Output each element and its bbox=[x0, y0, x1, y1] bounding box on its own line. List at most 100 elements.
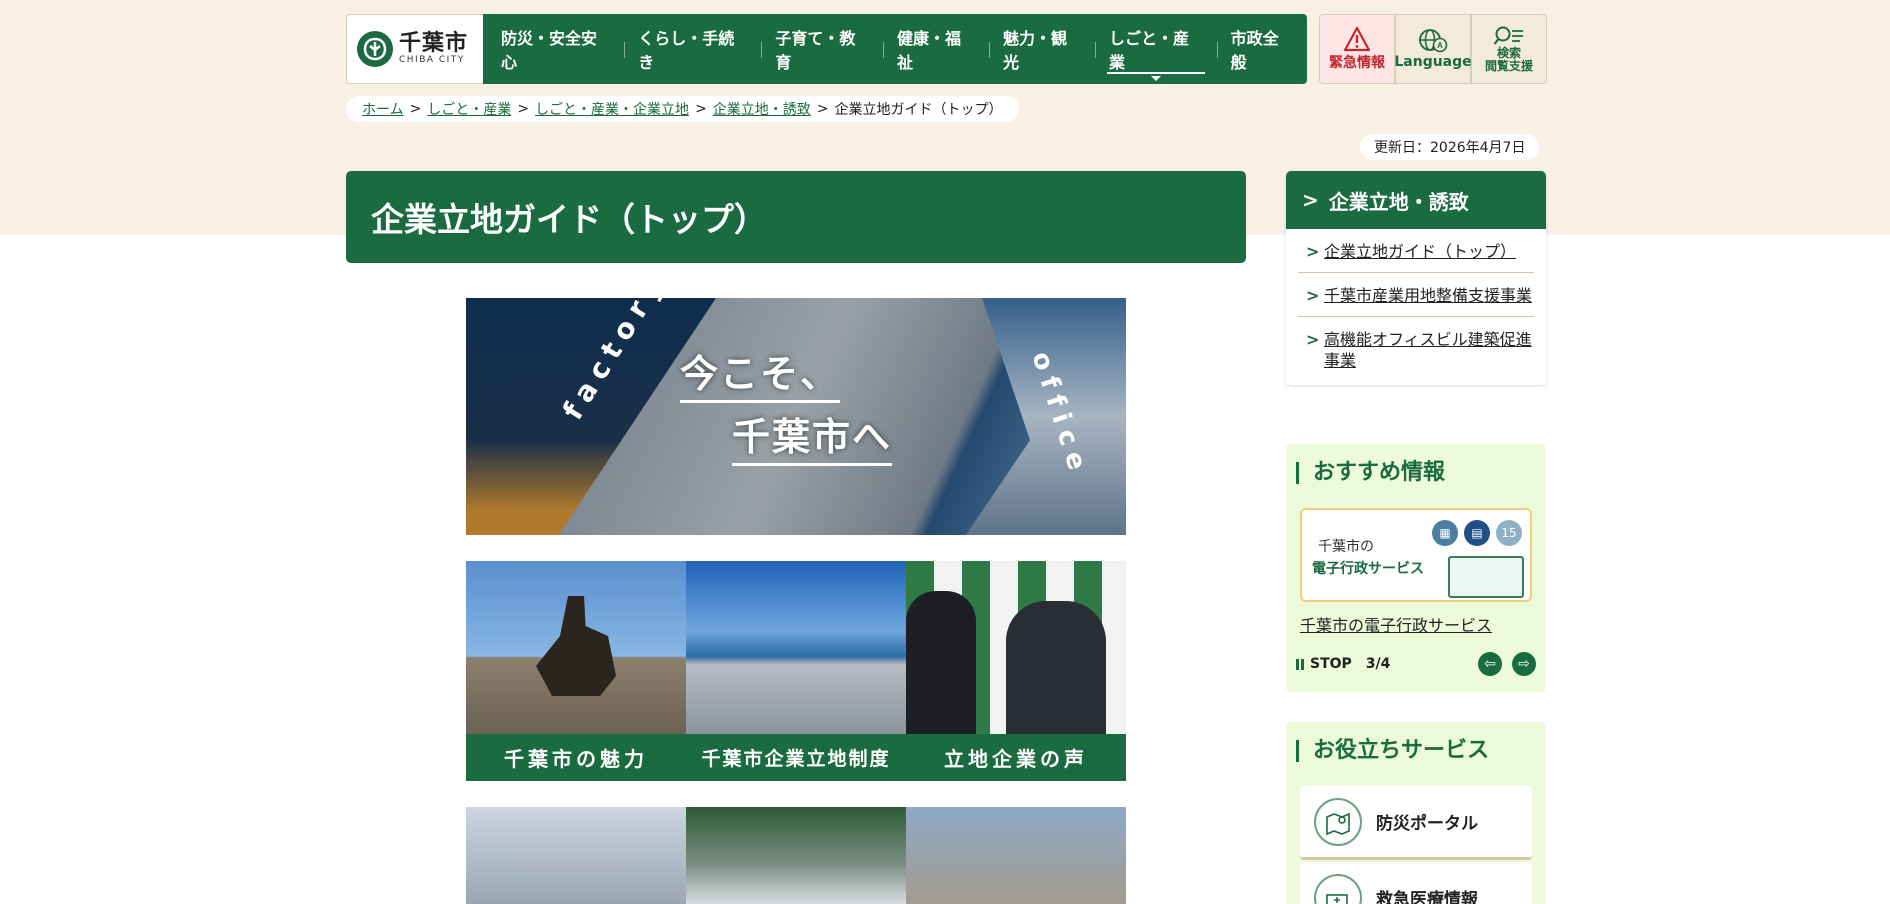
breadcrumb-link-home[interactable]: ホーム bbox=[362, 99, 404, 119]
service-disaster-portal[interactable]: 防災ポータル bbox=[1300, 786, 1532, 860]
updated-date: 更新日：2026年4月7日 bbox=[1360, 134, 1540, 160]
site-logo[interactable]: 千葉市 CHIBA CITY bbox=[346, 14, 484, 84]
ambulance-icon bbox=[1314, 873, 1362, 904]
breadcrumb-link-business-location[interactable]: しごと・産業・企業立地 bbox=[535, 99, 689, 119]
breadcrumb-separator: > bbox=[816, 101, 829, 117]
chevron-right-icon: > bbox=[1306, 286, 1320, 305]
sidebar-item[interactable]: > 千葉市産業用地整備支援事業 bbox=[1298, 273, 1534, 317]
breadcrumb-link-attraction[interactable]: 企業立地・誘致 bbox=[713, 99, 811, 119]
logo-name-en: CHIBA CITY bbox=[399, 55, 465, 65]
nav-label: 健康・福祉 bbox=[897, 29, 962, 72]
tile-image-aerial-city[interactable] bbox=[906, 807, 1126, 904]
hero-copy-line2: 千葉市へ bbox=[732, 406, 893, 466]
search-icon bbox=[1493, 26, 1523, 45]
stop-button[interactable]: STOP bbox=[1310, 656, 1352, 672]
emergency-label: 緊急情報 bbox=[1329, 55, 1385, 71]
nav-item-living[interactable]: くらし・手続き bbox=[624, 14, 761, 84]
recommend-title: おすすめ情報 bbox=[1296, 462, 1445, 484]
nav-item-tourism[interactable]: 魅力・観光 bbox=[989, 14, 1095, 84]
useful-services-title: お役立ちサービス bbox=[1296, 740, 1489, 762]
banner-text-line1: 千葉市の bbox=[1318, 539, 1374, 555]
sidebar-link-label: 企業立地ガイド（トップ） bbox=[1324, 242, 1517, 261]
building-icon: ▦ bbox=[1432, 520, 1458, 546]
sidebar-local-nav: > 企業立地・誘致 > 企業立地ガイド（トップ） > 千葉市産業用地整備支援事業 >… bbox=[1286, 171, 1546, 385]
service-emergency-medical[interactable]: 救急医療情報 bbox=[1300, 862, 1532, 904]
breadcrumb-separator: > bbox=[409, 101, 422, 117]
recommend-banner[interactable]: ▦ ▤ 15 千葉市の 電子行政サービス bbox=[1300, 508, 1532, 602]
banner-text-line2: 電子行政サービス bbox=[1312, 561, 1424, 577]
nav-label: しごと・産業 bbox=[1109, 29, 1190, 72]
search-label: 検索 閲覧支援 bbox=[1484, 46, 1533, 73]
useful-services-section: お役立ちサービス 防災ポータル 救急医療情報 bbox=[1286, 722, 1546, 904]
sidebar-link-label: 高機能オフィスビル建築促進事業 bbox=[1324, 330, 1532, 370]
arrow-left-icon: ⇦ bbox=[1484, 656, 1496, 672]
chevron-right-icon: > bbox=[1302, 188, 1319, 212]
warning-icon bbox=[1343, 26, 1371, 52]
recommend-link[interactable]: 千葉市の電子行政サービス bbox=[1300, 612, 1492, 636]
nav-label: 子育て・教育 bbox=[775, 29, 856, 72]
tile-city-appeal[interactable]: 千葉市の魅力 bbox=[466, 561, 686, 781]
tile-caption: 千葉市の魅力 bbox=[466, 734, 686, 781]
document-icon: ▤ bbox=[1464, 520, 1490, 546]
language-button[interactable]: A Language bbox=[1394, 14, 1472, 84]
sidebar-item[interactable]: > 高機能オフィスビル建築促進事業 bbox=[1298, 317, 1534, 385]
tile-caption: 立地企業の声 bbox=[906, 734, 1126, 781]
globe-icon: A bbox=[1419, 29, 1448, 53]
statue-image bbox=[466, 561, 686, 734]
next-slide-button[interactable]: ⇨ bbox=[1512, 652, 1536, 676]
breadcrumb-separator: > bbox=[517, 101, 530, 117]
nav-item-business[interactable]: しごと・産業 bbox=[1095, 14, 1217, 84]
global-nav: 防災・安全安心 くらし・手続き 子育て・教育 健康・福祉 魅力・観光 しごと・産… bbox=[483, 14, 1307, 84]
tile-company-voices[interactable]: 立地企業の声 bbox=[906, 561, 1126, 781]
emergency-info-button[interactable]: 緊急情報 bbox=[1319, 14, 1395, 84]
page-wrapper: 千葉市 CHIBA CITY 防災・安全安心 くらし・手続き 子育て・教育 健康… bbox=[346, 0, 1547, 904]
tile-image-industrial-park[interactable] bbox=[686, 807, 906, 904]
interviewee-silhouette bbox=[1006, 601, 1106, 734]
chevron-right-icon: > bbox=[1306, 242, 1320, 261]
tile-location-system[interactable]: 千葉市企業立地制度 bbox=[686, 561, 906, 781]
sidebar-link-label: 千葉市産業用地整備支援事業 bbox=[1324, 286, 1533, 305]
service-label: 救急医療情報 bbox=[1376, 890, 1478, 904]
nav-label: くらし・手続き bbox=[638, 29, 735, 72]
feature-tiles-row2 bbox=[466, 807, 1126, 904]
logo-name-jp: 千葉市 bbox=[399, 31, 469, 56]
sidebar-link-list: > 企業立地ガイド（トップ） > 千葉市産業用地整備支援事業 > 高機能オフィスビル建… bbox=[1286, 229, 1546, 385]
nav-item-childcare[interactable]: 子育て・教育 bbox=[761, 14, 883, 84]
logo-text: 千葉市 CHIBA CITY bbox=[399, 31, 469, 66]
calendar-date: 15 bbox=[1501, 526, 1517, 540]
language-label: Language bbox=[1394, 54, 1472, 70]
breadcrumb-current: 企業立地ガイド（トップ） bbox=[834, 102, 1003, 118]
arrow-right-icon: ⇨ bbox=[1518, 656, 1530, 672]
slide-counter: 3/4 bbox=[1365, 656, 1391, 672]
carousel-controls: STOP 3/4 bbox=[1296, 656, 1390, 672]
map-pin-icon bbox=[1314, 797, 1362, 846]
tile-caption: 千葉市企業立地制度 bbox=[686, 734, 906, 781]
statue-silhouette bbox=[536, 596, 616, 696]
breadcrumb-link-business[interactable]: しごと・産業 bbox=[427, 99, 511, 119]
sidebar-item[interactable]: > 企業立地ガイド（トップ） bbox=[1298, 229, 1534, 273]
svg-text:A: A bbox=[1437, 41, 1443, 50]
service-label: 防災ポータル bbox=[1376, 814, 1478, 834]
active-caret-icon bbox=[1150, 76, 1161, 81]
sidebar-title: 企業立地・誘致 bbox=[1328, 189, 1469, 214]
nav-item-health[interactable]: 健康・福祉 bbox=[883, 14, 989, 84]
breadcrumb: ホーム > しごと・産業 > しごと・産業・企業立地 > 企業立地・誘致 > 企… bbox=[346, 96, 1019, 122]
device-illustration bbox=[1448, 556, 1524, 598]
calendar-icon: 15 bbox=[1496, 520, 1522, 546]
hero-banner[interactable]: factory office 今こそ、 千葉市へ bbox=[466, 298, 1126, 535]
factory-night-image bbox=[466, 298, 716, 535]
search-accessibility-button[interactable]: 検索 閲覧支援 bbox=[1471, 14, 1547, 84]
page-title: 企業立地ガイド（トップ） bbox=[346, 171, 1246, 263]
tile-image-skyline[interactable] bbox=[466, 807, 686, 904]
bay-city-image bbox=[686, 561, 906, 734]
nav-label: 市政全般 bbox=[1230, 29, 1279, 72]
pause-icon[interactable] bbox=[1296, 658, 1304, 670]
city-emblem-icon bbox=[357, 31, 393, 67]
sidebar-heading[interactable]: > 企業立地・誘致 bbox=[1286, 171, 1546, 229]
nav-item-safety[interactable]: 防災・安全安心 bbox=[487, 14, 624, 84]
nav-item-city-government[interactable]: 市政全般 bbox=[1216, 14, 1307, 84]
prev-slide-button[interactable]: ⇦ bbox=[1478, 652, 1502, 676]
nav-label: 防災・安全安心 bbox=[501, 29, 598, 72]
chevron-right-icon: > bbox=[1306, 330, 1320, 349]
hero-copy-line1: 今こそ、 bbox=[680, 343, 841, 403]
